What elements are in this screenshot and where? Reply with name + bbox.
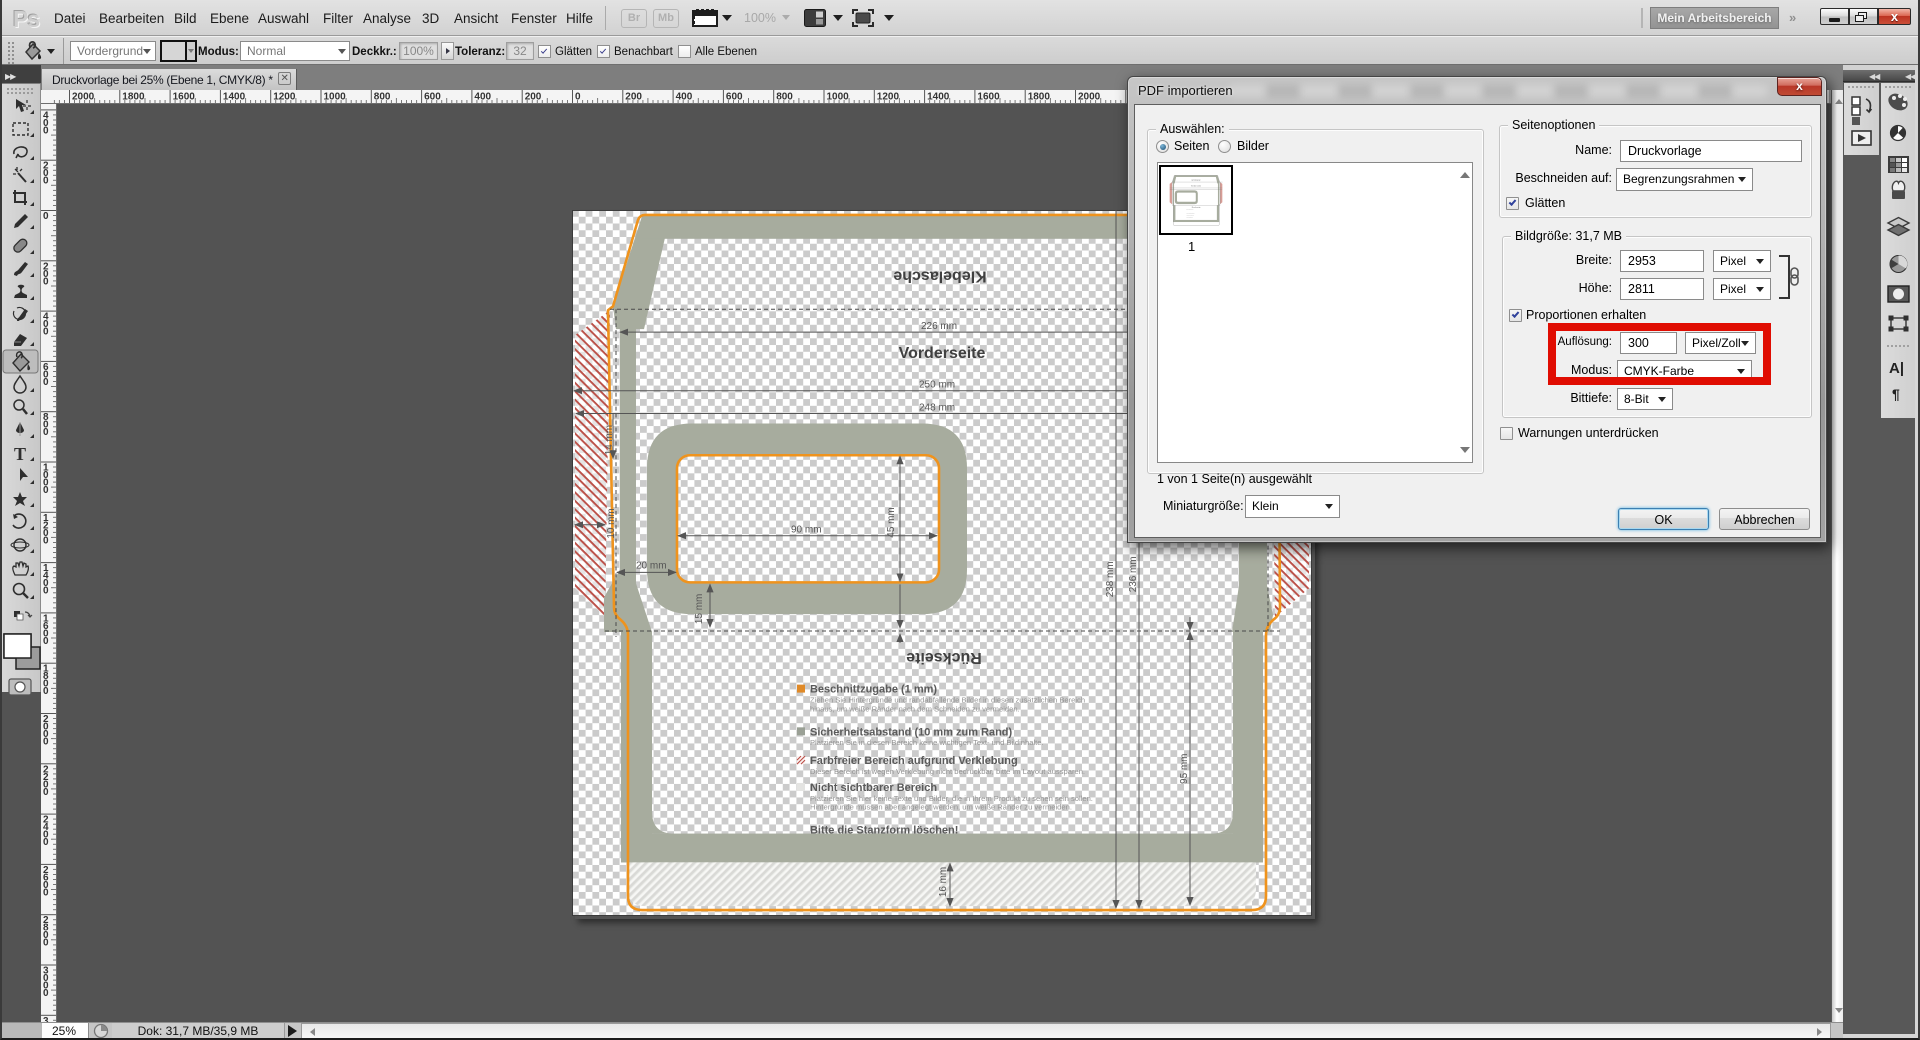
svg-text:1600: 1600 [977, 92, 1000, 103]
svg-text:1800: 1800 [122, 92, 145, 103]
svg-text:600: 600 [43, 362, 49, 388]
svg-text:Platzieren Sie hier keine Text: Platzieren Sie hier keine Texte und Bild… [810, 794, 1093, 803]
svg-text:Sicherheitsabstand (10 mm zum: Sicherheitsabstand (10 mm zum Rand) [810, 726, 1013, 738]
svg-text:A|: A| [1889, 360, 1904, 377]
svg-text:1400: 1400 [927, 92, 950, 103]
svg-text:2400: 2400 [43, 815, 49, 849]
svg-text:400: 400 [43, 312, 49, 338]
svg-text:20 mm: 20 mm [636, 560, 667, 571]
svg-text:1200: 1200 [877, 92, 900, 103]
svg-text:Dieser Bereich ist wegen Verkl: Dieser Bereich ist wegen Verklebung nich… [810, 767, 1085, 776]
svg-text:238 mm: 238 mm [1105, 561, 1116, 597]
svg-text:1000: 1000 [324, 92, 347, 103]
svg-text:1000: 1000 [827, 92, 850, 103]
svg-text:1400: 1400 [43, 563, 49, 597]
svg-text:1600: 1600 [43, 613, 49, 647]
svg-text:Vorderseite: Vorderseite [899, 345, 986, 362]
svg-text:Beschnittzugabe (1 mm): Beschnittzugabe (1 mm) [810, 684, 937, 696]
svg-text:Rückseite: Rückseite [906, 649, 982, 666]
svg-text:15 mm: 15 mm [694, 594, 705, 624]
svg-text:2600: 2600 [43, 865, 49, 899]
svg-text:Ziehen Sie Hintergründe und ra: Ziehen Sie Hintergründe und randabfallen… [810, 696, 1085, 705]
svg-text:90 mm: 90 mm [791, 525, 822, 536]
svg-text:1000: 1000 [43, 463, 49, 497]
svg-text:0: 0 [43, 211, 49, 222]
svg-text:95 mm: 95 mm [1179, 754, 1190, 784]
svg-text:2800: 2800 [43, 915, 49, 949]
svg-text:1200: 1200 [43, 513, 49, 547]
svg-text:1200: 1200 [273, 92, 296, 103]
svg-text:Platzieren Sie in diesen Berei: Platzieren Sie in diesen Bereich keine w… [810, 738, 1044, 747]
svg-text:2000: 2000 [72, 92, 95, 103]
svg-text:3000: 3000 [43, 966, 49, 1000]
svg-text:¶: ¶ [1892, 386, 1900, 402]
svg-text:Klebelasche: Klebelasche [893, 268, 986, 285]
svg-text:248 mm: 248 mm [919, 403, 955, 414]
svg-text:10 mm: 10 mm [606, 508, 617, 538]
svg-text:200: 200 [43, 261, 49, 287]
svg-text:Hintergründe müssen aber angel: Hintergründe müssen aber angelegt werden… [810, 803, 1072, 812]
svg-text:T: T [14, 444, 26, 464]
svg-text:Nicht sichtbarer Bereich: Nicht sichtbarer Bereich [810, 782, 937, 794]
svg-text:1800: 1800 [1028, 92, 1051, 103]
svg-text:2200: 2200 [43, 764, 49, 798]
svg-text:Bitte die Stanzform löschen!: Bitte die Stanzform löschen! [810, 825, 958, 837]
svg-text:16 mm: 16 mm [938, 867, 949, 897]
svg-text:236 mm: 236 mm [1128, 556, 1139, 592]
svg-text:800: 800 [43, 412, 49, 438]
svg-text:400: 400 [43, 110, 49, 136]
svg-text:226 mm: 226 mm [921, 321, 957, 332]
svg-text:200: 200 [43, 161, 49, 187]
svg-text:1600: 1600 [173, 92, 196, 103]
svg-text:1800: 1800 [43, 664, 49, 698]
svg-text:14 mm: 14 mm [604, 425, 615, 455]
svg-text:1400: 1400 [223, 92, 246, 103]
svg-text:2000: 2000 [43, 714, 49, 748]
svg-text:apsejagap: apsejagap [1191, 179, 1201, 181]
svg-text:2000: 2000 [1078, 92, 1101, 103]
svg-text:250 mm: 250 mm [919, 380, 955, 391]
svg-text:45 mm: 45 mm [886, 507, 897, 537]
svg-text:hinaus, um weiße Ränder nach d: hinaus, um weiße Ränder nach dem Schneid… [810, 704, 1020, 713]
svg-text:Farbfreier Bereich aufgrund Ve: Farbfreier Bereich aufgrund Verklebung [810, 755, 1018, 767]
